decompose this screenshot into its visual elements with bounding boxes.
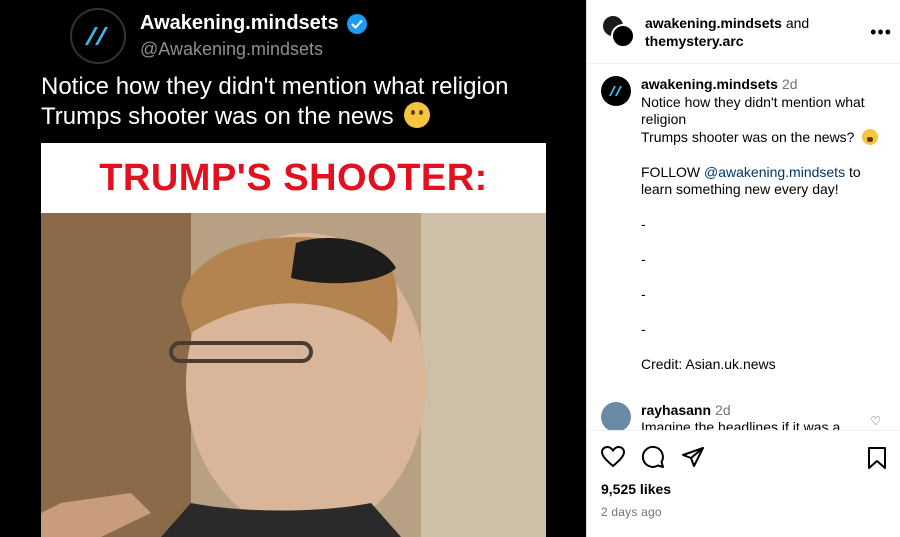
tweet-text: Notice how they didn't mention what reli… <box>41 72 561 132</box>
caption-line-2: Trumps shooter was on the news? <box>641 128 855 145</box>
caption-line-1: Notice how they didn't mention what reli… <box>641 93 865 128</box>
avatar[interactable] <box>611 23 635 48</box>
post-header: awakening.mindsets and themystery.arc ••… <box>587 0 900 64</box>
comment-item: rayhasann 2d Imagine the headlines if it … <box>601 401 887 430</box>
post-date: 2 days ago <box>601 505 662 519</box>
tweet-name-text: Awakening.mindsets <box>140 12 339 34</box>
avatar[interactable] <box>601 401 631 430</box>
collab-title: awakening.mindsets and themystery.arc <box>645 14 809 50</box>
instagram-post: Awakening.mindsets @Awakening.mindsets N… <box>0 0 900 537</box>
thinking-face-icon <box>862 128 879 145</box>
tweet-avatar <box>70 8 126 64</box>
caption-dash: - <box>641 321 646 337</box>
post-side-panel: awakening.mindsets and themystery.arc ••… <box>586 0 900 537</box>
collab-avatars[interactable] <box>601 13 637 50</box>
caption-dash: - <box>641 216 646 232</box>
collab-and: and <box>785 14 810 31</box>
coauthor-link[interactable]: themystery.arc <box>645 33 744 49</box>
caption-dash: - <box>641 286 646 302</box>
tweet-display-name: Awakening.mindsets <box>140 12 367 35</box>
bookmark-icon[interactable] <box>867 447 887 469</box>
tweet-text-body: Notice how they didn't mention what reli… <box>41 73 509 130</box>
author-link[interactable]: awakening.mindsets <box>645 15 782 31</box>
more-horizontal-icon[interactable]: ••• <box>870 22 892 43</box>
post-media[interactable]: Awakening.mindsets @Awakening.mindsets N… <box>0 0 586 537</box>
comment-username[interactable]: rayhasann <box>641 402 711 418</box>
share-icon[interactable] <box>681 446 705 468</box>
caption: awakening.mindsets 2d Notice how they did… <box>601 76 887 374</box>
image-headline: TRUMP'S SHOOTER: <box>99 156 488 199</box>
tweet-image: TRUMP'S SHOOTER: <box>41 143 546 537</box>
caption-username[interactable]: awakening.mindsets <box>641 76 778 92</box>
heart-icon[interactable] <box>601 446 625 468</box>
comment-text: Imagine the headlines if it was a <box>641 419 841 430</box>
comment-icon[interactable] <box>641 445 665 469</box>
like-comment-icon[interactable]: ♡ <box>870 414 881 428</box>
post-actions: 9,525 likes 2 days ago <box>587 430 900 537</box>
follow-prefix: FOLLOW <box>641 163 701 180</box>
tweet-handle: @Awakening.mindsets <box>140 39 324 59</box>
caption-dash: - <box>641 251 646 267</box>
brand-logo-icon <box>609 86 622 96</box>
verified-badge-icon <box>346 13 367 34</box>
comment-time: 2d <box>715 401 731 418</box>
thinking-face-icon <box>404 102 431 128</box>
avatar[interactable] <box>601 76 631 106</box>
caption-time: 2d <box>781 76 798 92</box>
brand-logo-icon <box>85 27 108 45</box>
shooter-photo <box>41 213 546 537</box>
caption-credit: Credit: Asian.uk.news <box>641 356 776 372</box>
likes-count[interactable]: 9,525 likes <box>601 481 887 497</box>
tweet-header: Awakening.mindsets @Awakening.mindsets <box>70 8 367 64</box>
follow-link[interactable]: @awakening.mindsets <box>704 164 845 180</box>
comments-section[interactable]: awakening.mindsets 2d Notice how they did… <box>587 64 900 430</box>
